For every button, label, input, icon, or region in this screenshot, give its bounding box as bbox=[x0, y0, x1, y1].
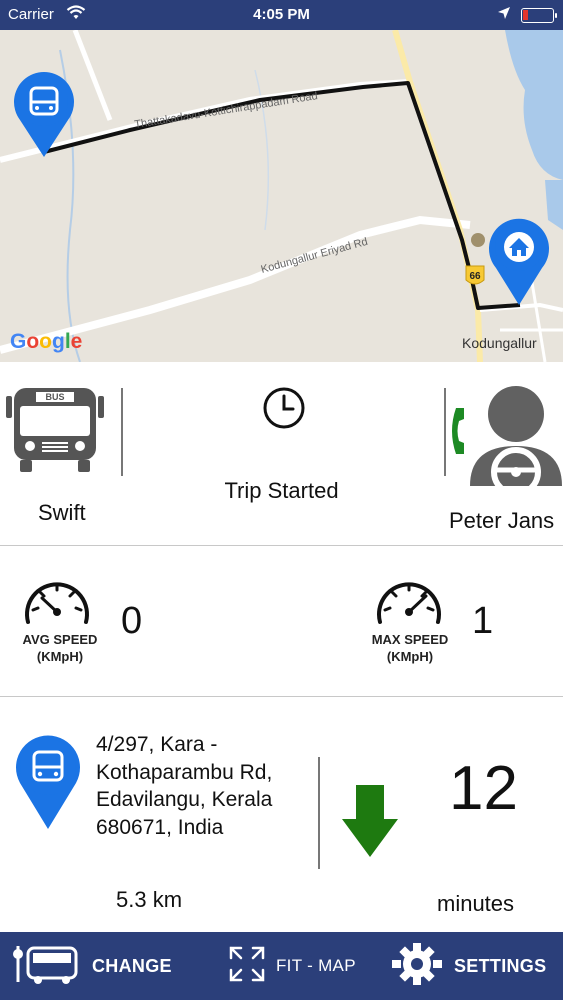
max-speed-label: MAX SPEED bbox=[371, 632, 449, 647]
address-block: 4/297, Kara - Kothaparambu Rd, Edavilang… bbox=[96, 731, 272, 841]
max-speed-value: 1 bbox=[472, 600, 494, 642]
gear-icon bbox=[390, 942, 444, 991]
avg-speed-unit: (KMpH) bbox=[36, 649, 84, 664]
status-bar: Carrier 4:05 PM bbox=[0, 0, 563, 30]
avg-speed-value: 0 bbox=[121, 600, 143, 642]
battery-icon bbox=[521, 8, 557, 23]
trip-info-panel: BUS Swift Trip Started Peter Jans bbox=[0, 362, 563, 545]
route-map[interactable]: Thattakadavu-Kottichirappadam Road Kodun… bbox=[0, 30, 563, 362]
address-line-1: 4/297, Kara - bbox=[96, 733, 218, 756]
eta-unit: minutes bbox=[437, 891, 515, 916]
location-arrow-icon bbox=[497, 6, 511, 24]
direction-arrow-icon bbox=[342, 785, 398, 862]
bus-icon-text: BUS bbox=[45, 392, 64, 402]
change-button[interactable]: CHANGE bbox=[10, 932, 172, 1000]
address-line-2: Kothaparambu Rd, bbox=[96, 760, 273, 784]
place-label: Kodungallur bbox=[462, 335, 537, 351]
divider-location bbox=[318, 757, 320, 869]
max-speed-unit: (KMpH) bbox=[386, 649, 434, 664]
settings-label: SETTINGS bbox=[454, 955, 547, 976]
speed-panel: AVG SPEED (KMpH) 0 MAX SPEED (KMpH) 1 bbox=[0, 546, 563, 696]
change-label: CHANGE bbox=[92, 955, 172, 976]
divider-right bbox=[444, 388, 446, 476]
clock-icon bbox=[262, 386, 306, 435]
clock-time: 4:05 PM bbox=[253, 6, 310, 23]
driver-avatar bbox=[470, 384, 562, 497]
highway-shield: 66 bbox=[465, 265, 485, 285]
settings-button[interactable]: SETTINGS bbox=[390, 932, 546, 1000]
eta-value: 12 bbox=[449, 754, 518, 823]
expand-icon bbox=[228, 945, 266, 988]
svg-text:66: 66 bbox=[469, 271, 481, 282]
bus-stop-icon bbox=[10, 942, 78, 991]
location-panel: 4/297, Kara - Kothaparambu Rd, Edavilang… bbox=[0, 697, 563, 932]
bus-location-pin-icon bbox=[14, 735, 82, 836]
divider-left bbox=[121, 388, 123, 476]
distance-value: 5.3 km bbox=[116, 887, 183, 912]
address-line-4: 680671, India bbox=[96, 815, 224, 839]
avg-speedometer-icon bbox=[22, 574, 92, 635]
bus-icon: BUS bbox=[6, 384, 104, 479]
google-logo: Google bbox=[10, 330, 82, 353]
address-line-3: Edavilangu, Kerala bbox=[96, 788, 273, 811]
bottom-toolbar: CHANGE FIT - MAP SETTINGS bbox=[0, 932, 563, 1000]
max-speedometer-icon bbox=[374, 574, 444, 635]
driver-name: Peter Jans bbox=[449, 508, 555, 533]
avg-speed-label: AVG SPEED bbox=[22, 632, 98, 647]
phone-icon[interactable] bbox=[450, 406, 472, 461]
fit-map-label: FIT - MAP bbox=[276, 956, 356, 975]
fit-map-button[interactable]: FIT - MAP bbox=[228, 932, 356, 1000]
